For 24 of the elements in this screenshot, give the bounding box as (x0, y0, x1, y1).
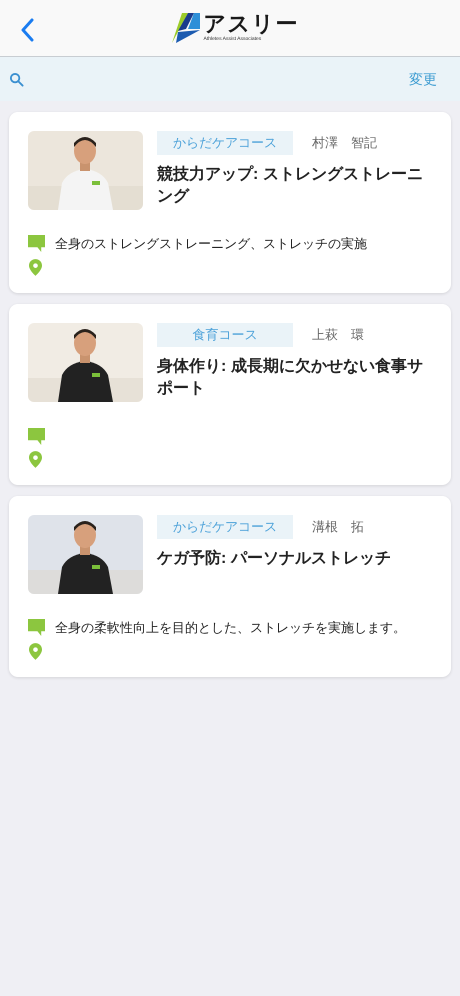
trainer-name: 溝根 拓 (312, 518, 364, 536)
course-card[interactable]: からだケアコース 村澤 智記 競技力アップ: ストレングストレーニング 全身のストレングストレーニング、ストレッチの実施 (9, 112, 451, 293)
location-pin-icon (29, 259, 42, 276)
course-title: 競技力アップ: ストレングストレーニング (157, 164, 424, 207)
location-pin-icon (29, 643, 42, 660)
search-icon[interactable] (9, 72, 24, 86)
trainer-name: 村澤 智記 (312, 134, 377, 152)
comment-icon (28, 234, 45, 252)
course-title: ケガ予防: パーソナルストレッチ (157, 548, 392, 569)
course-tag: 食育コース (157, 323, 293, 347)
course-description: 全身のストレングストレーニング、ストレッチの実施 (55, 234, 367, 252)
location-pin-icon (29, 451, 42, 468)
logo-text: アスリー (204, 12, 298, 36)
comment-icon (28, 428, 45, 445)
course-tag: からだケアコース (157, 515, 293, 539)
back-icon[interactable] (20, 18, 34, 42)
trainer-name: 上萩 環 (312, 326, 364, 344)
comment-icon (28, 618, 45, 636)
course-description: 全身の柔軟性向上を目的とした、ストレッチを実施します。 (55, 618, 406, 636)
course-title: 身体作り: 成長期に欠かせない食事サポート (157, 356, 424, 399)
course-tag: からだケアコース (157, 131, 293, 155)
logo-icon (172, 11, 202, 45)
course-card[interactable]: からだケアコース 溝根 拓 ケガ予防: パーソナルストレッチ 全身の柔軟性向上を目的とした、ストレッチを実施します。 (9, 496, 451, 677)
course-card[interactable]: 食育コース 上萩 環 身体作り: 成長期に欠かせない食事サポート (9, 304, 451, 485)
